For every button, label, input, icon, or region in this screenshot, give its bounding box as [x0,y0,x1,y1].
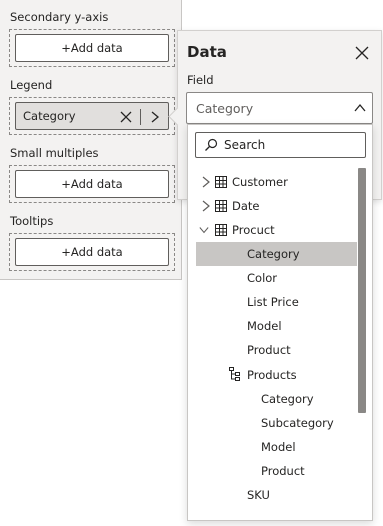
tooltips-label: Tooltips [10,214,54,228]
search-box[interactable] [195,132,366,158]
legend-well: Category [9,97,175,135]
tree-item-product-table[interactable]: Procuct [232,223,275,237]
remove-field-icon[interactable] [119,110,133,124]
legend-field-chip[interactable]: Category [15,102,169,130]
tree-item-customer[interactable]: Customer [232,175,288,189]
field-dropdown-value: Category [196,101,254,116]
chip-divider [140,109,141,125]
tree-hier-subcategory[interactable]: Subcategory [261,416,334,430]
caret-up-icon [354,103,366,112]
tree-hier-model[interactable]: Model [261,440,296,454]
secondary-y-axis-add-button[interactable]: +Add data [15,34,169,62]
field-dropdown[interactable]: Category [186,92,373,124]
tooltips-well: +Add data [9,233,175,271]
hierarchy-icon [229,367,240,381]
small-multiples-label: Small multiples [10,146,99,160]
tree-field-product[interactable]: Product [247,343,291,357]
legend-chip-label: Category [23,109,76,123]
tree-hier-product[interactable]: Product [261,464,305,478]
dropdown-scrollbar[interactable] [358,168,366,413]
tree-field-sku[interactable]: SKU [247,488,270,502]
small-multiples-add-button[interactable]: +Add data [15,170,169,198]
legend-label: Legend [10,78,53,92]
tooltips-add-button[interactable]: +Add data [15,238,169,266]
tree-field-category[interactable]: Category [247,247,300,261]
table-icon [215,224,227,236]
secondary-y-axis-label: Secondary y-axis [10,10,109,24]
tree-item-date[interactable]: Date [232,199,260,213]
chevron-right-icon[interactable] [149,110,161,124]
secondary-y-axis-well: +Add data [9,29,175,67]
chevron-down-icon[interactable] [199,224,209,236]
search-icon [205,138,218,151]
field-label: Field [187,73,214,87]
tree-field-model[interactable]: Model [247,319,282,333]
chevron-right-icon[interactable] [201,176,211,188]
search-input[interactable] [224,135,360,155]
tree-field-color[interactable]: Color [247,271,277,285]
table-icon [215,176,227,188]
small-multiples-well: +Add data [9,165,175,203]
tree-hier-category[interactable]: Category [261,392,314,406]
table-icon [215,200,227,212]
chevron-right-icon[interactable] [201,200,211,212]
flyout-title: Data [187,43,227,61]
tree-field-list-price[interactable]: List Price [247,295,299,309]
tree-item-products-hierarchy[interactable]: Products [247,368,297,382]
close-icon[interactable] [355,46,369,60]
